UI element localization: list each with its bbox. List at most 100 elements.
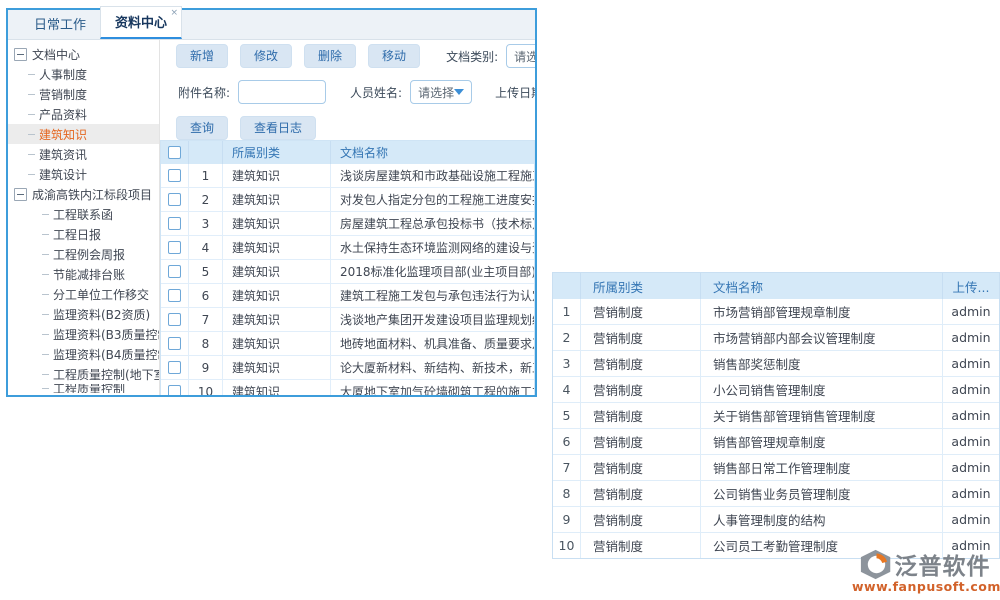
row-docname: 对发包人指定分包的工程施工进度安排... [331, 188, 534, 211]
row-docname: 大厦地下室加气砼墙砌筑工程的施工方... [331, 380, 534, 395]
table-row[interactable]: 2营销制度市场营销部内部会议管理制度admin [553, 325, 999, 351]
person-select[interactable]: 请选择 [410, 80, 472, 104]
tree-item-label: 建筑资讯 [39, 146, 87, 163]
table-header: 所属别类 文档名称 [161, 141, 534, 164]
row-number: 10 [553, 533, 581, 558]
table-header: 所属别类 文档名称 上传... [553, 273, 999, 299]
close-icon[interactable]: × [170, 8, 178, 18]
fanpu-logo-icon [860, 548, 893, 581]
move-button[interactable]: 移动 [368, 44, 420, 68]
row-checkbox[interactable] [168, 169, 181, 182]
row-docname: 房屋建筑工程总承包投标书（技术标）... [331, 212, 534, 235]
row-checkbox[interactable] [168, 217, 181, 230]
table-row[interactable]: 5营销制度关于销售部管理销售管理制度admin [553, 403, 999, 429]
tree-item[interactable]: 工程日报 [8, 224, 159, 244]
row-checkbox[interactable] [168, 361, 181, 374]
tree-item-label: 监理资料(B4质量控制) [53, 346, 159, 363]
row-docname: 浅谈地产集团开发建设项目监理规划编... [331, 308, 534, 331]
tree-item[interactable]: 营销制度 [8, 84, 159, 104]
tree-item[interactable]: 节能减排台账 [8, 264, 159, 284]
row-category: 建筑知识 [223, 260, 331, 283]
document-center-window: 日常工作 资料中心 × 文档中心人事制度营销制度产品资料建筑知识建筑资讯建筑设计… [6, 8, 537, 397]
attachment-input[interactable] [238, 80, 326, 104]
tree-item[interactable]: 分工单位工作移交 [8, 284, 159, 304]
select-all-checkbox[interactable] [168, 146, 181, 159]
tab-daily-work[interactable]: 日常工作 [20, 9, 100, 39]
tree-item[interactable]: 监理资料(B4质量控制) [8, 344, 159, 364]
minus-box-icon[interactable] [14, 188, 27, 201]
checkbox-cell [161, 356, 189, 379]
tree-item[interactable]: 产品资料 [8, 104, 159, 124]
table-row[interactable]: 6建筑知识建筑工程施工发包与承包违法行为认定... [161, 284, 534, 308]
table-row[interactable]: 10建筑知识大厦地下室加气砼墙砌筑工程的施工方... [161, 380, 534, 395]
table-row[interactable]: 4建筑知识水土保持生态环境监测网络的建设与资... [161, 236, 534, 260]
row-docname: 公司销售业务员管理制度 [701, 481, 943, 506]
select-value: 请选择 [418, 84, 454, 101]
table-row[interactable]: 3建筑知识房屋建筑工程总承包投标书（技术标）... [161, 212, 534, 236]
row-number: 3 [189, 212, 223, 235]
row-number: 9 [553, 507, 581, 532]
table-row[interactable]: 6营销制度销售部管理规章制度admin [553, 429, 999, 455]
tree-item[interactable]: 成渝高铁内江标段项目 [8, 184, 159, 204]
row-category: 营销制度 [581, 429, 701, 454]
tree-item[interactable]: 工程质量控制(地下室) [8, 364, 159, 384]
row-docname: 销售部奖惩制度 [701, 351, 943, 376]
tree-item[interactable]: 工程联系函 [8, 204, 159, 224]
row-checkbox[interactable] [168, 313, 181, 326]
row-checkbox[interactable] [168, 289, 181, 302]
tab-data-center[interactable]: 资料中心 × [100, 6, 182, 39]
tree-branch-line [42, 294, 49, 295]
tree-item[interactable]: 工程例会周报 [8, 244, 159, 264]
tree-item[interactable]: 建筑设计 [8, 164, 159, 184]
tree-item[interactable]: 文档中心 [8, 44, 159, 64]
view-log-button[interactable]: 查看日志 [240, 116, 316, 140]
tree-item[interactable]: 监理资料(B2资质) [8, 304, 159, 324]
tree-branch-line [42, 254, 49, 255]
delete-button[interactable]: 删除 [304, 44, 356, 68]
tree-item[interactable]: 建筑知识 [8, 124, 159, 144]
table-row[interactable]: 8建筑知识地砖地面材料、机具准备、质量要求及... [161, 332, 534, 356]
tree-branch-line [42, 388, 49, 389]
row-number: 4 [189, 236, 223, 259]
tree-item[interactable]: 人事制度 [8, 64, 159, 84]
minus-box-icon[interactable] [14, 48, 27, 61]
row-number: 6 [189, 284, 223, 307]
row-number: 6 [553, 429, 581, 454]
row-checkbox[interactable] [168, 193, 181, 206]
table-row[interactable]: 4营销制度小公司销售管理制度admin [553, 377, 999, 403]
table-row[interactable]: 2建筑知识对发包人指定分包的工程施工进度安排... [161, 188, 534, 212]
table-row[interactable]: 7建筑知识浅谈地产集团开发建设项目监理规划编... [161, 308, 534, 332]
checkbox-cell [161, 236, 189, 259]
row-number: 8 [189, 332, 223, 355]
row-checkbox[interactable] [168, 337, 181, 350]
modify-button[interactable]: 修改 [240, 44, 292, 68]
tree-branch-line [42, 274, 49, 275]
row-checkbox[interactable] [168, 265, 181, 278]
table-row[interactable]: 1建筑知识浅谈房屋建筑和市政基础设施工程施工... [161, 164, 534, 188]
tab-label: 日常工作 [34, 18, 86, 33]
tree-item[interactable]: 监理资料(B3质量控制) [8, 324, 159, 344]
add-button[interactable]: 新增 [176, 44, 228, 68]
row-docname: 小公司销售管理制度 [701, 377, 943, 402]
row-checkbox[interactable] [168, 241, 181, 254]
table-row[interactable]: 5建筑知识2018标准化监理项目部(业主项目部)人员... [161, 260, 534, 284]
table-row[interactable]: 3营销制度销售部奖惩制度admin [553, 351, 999, 377]
tree-item[interactable]: 建筑资讯 [8, 144, 159, 164]
row-uploader: admin [943, 429, 999, 454]
table-row[interactable]: 9营销制度人事管理制度的结构admin [553, 507, 999, 533]
table-row[interactable]: 7营销制度销售部日常工作管理制度admin [553, 455, 999, 481]
tree-branch-line [42, 314, 49, 315]
query-button[interactable]: 查询 [176, 116, 228, 140]
row-category: 营销制度 [581, 377, 701, 402]
table-row[interactable]: 8营销制度公司销售业务员管理制度admin [553, 481, 999, 507]
row-number: 10 [189, 380, 223, 395]
row-docname: 关于销售部管理销售管理制度 [701, 403, 943, 428]
table-row[interactable]: 1营销制度市场营销部管理规章制度admin [553, 299, 999, 325]
table-row[interactable]: 9建筑知识论大厦新材料、新结构、新技术，新工... [161, 356, 534, 380]
checkbox-cell [161, 380, 189, 395]
tree-item[interactable]: 工程质量控制 [8, 384, 159, 393]
row-checkbox[interactable] [168, 385, 181, 395]
doc-category-select[interactable]: 请选择 [506, 44, 535, 68]
row-uploader: admin [943, 481, 999, 506]
tree-item-label: 营销制度 [39, 86, 87, 103]
